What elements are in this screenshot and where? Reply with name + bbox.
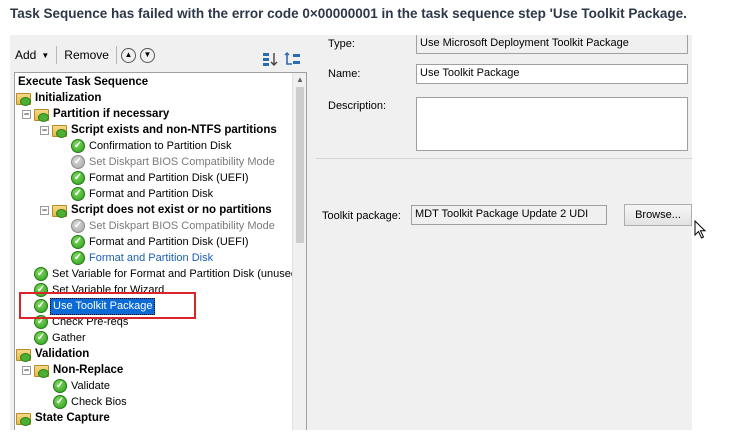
collapse-icon[interactable]: − <box>22 365 31 375</box>
type-label: Type: <box>328 38 355 50</box>
tree-item[interactable]: State Capture <box>16 410 112 426</box>
checkmark-icon: ✓ <box>71 171 85 185</box>
tree-item[interactable]: ✓ Set Diskpart BIOS Compatibility Mode <box>71 154 277 170</box>
task-sequence-editor: Add ▼ Remove ▲ ▼ Execute Task Sequence I… <box>10 35 692 430</box>
move-down-icon[interactable]: ▼ <box>139 47 155 63</box>
scrollbar-thumb[interactable] <box>296 87 304 243</box>
move-up-icon[interactable]: ▲ <box>120 47 136 63</box>
tree-scrollbar[interactable]: ▲ <box>292 73 306 430</box>
checkmark-icon: ✓ <box>71 251 85 265</box>
add-label: Add <box>15 48 37 62</box>
checkmark-icon: ✓ <box>53 395 67 409</box>
task-sequence-pane: Add ▼ Remove ▲ ▼ Execute Task Sequence I… <box>10 35 312 430</box>
toolbar-separator <box>56 46 58 64</box>
description-label: Description: <box>328 100 387 112</box>
tree-item-label: Confirmation to Partition Disk <box>89 139 232 152</box>
tree-item-label: Set Diskpart BIOS Compatibility Mode <box>89 219 275 232</box>
add-menu-button[interactable]: Add ▼ <box>10 44 54 66</box>
tree-item[interactable]: ✓ Format and Partition Disk (UEFI) <box>71 234 251 250</box>
checkmark-icon: ✓ <box>71 235 85 249</box>
tree-item-label: Partition if necessary <box>53 107 170 120</box>
tree-item-label: State Capture <box>35 411 110 424</box>
task-sequence-tree[interactable]: Execute Task Sequence Initialization − P… <box>14 72 307 430</box>
tree-item[interactable]: ✓ Format and Partition Disk (UEFI) <box>71 170 251 186</box>
browse-button[interactable]: Browse... <box>624 204 692 226</box>
tree-item[interactable]: ✓ Check Bios <box>53 394 129 410</box>
name-label: Name: <box>328 68 361 80</box>
folder-icon <box>52 124 67 138</box>
folder-icon <box>16 92 31 106</box>
tree-item-label: Check Bios <box>71 395 127 408</box>
collapse-icon[interactable]: − <box>40 205 49 215</box>
tree-item[interactable]: ✓ Confirmation to Partition Disk <box>71 138 233 154</box>
tree-item-label: Set Diskpart BIOS Compatibility Mode <box>89 155 275 168</box>
tree-item-label: Gather <box>52 331 86 344</box>
toolkit-package-label: Toolkit package: <box>322 210 401 222</box>
properties-pane: Type: Use Microsoft Deployment Toolkit P… <box>316 35 692 430</box>
properties-icon[interactable] <box>284 51 302 67</box>
description-input[interactable] <box>416 97 688 151</box>
checkmark-icon: ✓ <box>34 331 48 345</box>
sort-icon[interactable] <box>262 51 278 67</box>
folder-icon <box>34 108 49 122</box>
tree-item-label: Script exists and non-NTFS partitions <box>71 123 277 136</box>
tree-item-label: Validate <box>71 379 110 392</box>
toolbar-separator <box>115 46 117 64</box>
tree-item[interactable]: ✓ Set Diskpart BIOS Compatibility Mode <box>71 218 277 234</box>
tree-item-label: Format and Partition Disk (UEFI) <box>89 171 249 184</box>
tree-item[interactable]: Validation <box>16 346 91 362</box>
folder-icon <box>16 348 31 362</box>
collapse-icon[interactable]: − <box>22 109 31 119</box>
tree-item[interactable]: ✓ Set Variable for Format and Partition … <box>34 266 299 282</box>
name-input[interactable]: Use Toolkit Package <box>416 64 688 84</box>
folder-icon <box>16 412 31 426</box>
tree-item-label: Set Variable for Format and Partition Di… <box>52 267 297 280</box>
mouse-cursor-icon <box>694 220 707 239</box>
type-field: Use Microsoft Deployment Toolkit Package <box>416 35 688 54</box>
tree-item[interactable]: − Script exists and non-NTFS partitions <box>40 122 279 138</box>
remove-button[interactable]: Remove <box>59 44 114 66</box>
tree-item-label: Script does not exist or no partitions <box>71 203 272 216</box>
tree-item[interactable]: ✓ Validate <box>53 378 112 394</box>
section-divider <box>316 158 692 159</box>
tree-item[interactable]: ✓ Format and Partition Disk <box>71 250 215 266</box>
tree-item-label: Format and Partition Disk (UEFI) <box>89 235 249 248</box>
tree-item[interactable]: Initialization <box>16 90 103 106</box>
toolkit-package-field: MDT Toolkit Package Update 2 UDI <box>411 205 607 225</box>
tree-item-label: Format and Partition Disk <box>89 187 214 200</box>
tree-item[interactable]: − Partition if necessary <box>22 106 171 122</box>
tree-item[interactable]: ✓ Format and Partition Disk <box>71 186 215 202</box>
collapse-icon[interactable]: − <box>40 125 49 135</box>
tree-item-label: Non-Replace <box>53 363 124 376</box>
tree-item[interactable]: − Script does not exist or no partitions <box>40 202 274 218</box>
folder-icon <box>52 204 67 218</box>
folder-icon <box>34 364 49 378</box>
remove-label: Remove <box>64 48 109 62</box>
checkmark-icon: ✓ <box>71 139 85 153</box>
tree-root-label: Execute Task Sequence <box>18 75 149 88</box>
disabled-checkmark-icon: ✓ <box>71 219 85 233</box>
tree-root[interactable]: Execute Task Sequence <box>16 74 150 90</box>
checkmark-icon: ✓ <box>71 187 85 201</box>
checkmark-icon: ✓ <box>53 379 67 393</box>
disabled-checkmark-icon: ✓ <box>71 155 85 169</box>
error-headline: Task Sequence has failed with the error … <box>10 6 687 21</box>
tree-item-label: Initialization <box>35 91 102 104</box>
dropdown-arrow-icon: ▼ <box>41 50 50 60</box>
checkmark-icon: ✓ <box>34 267 48 281</box>
scroll-up-icon[interactable]: ▲ <box>296 75 304 84</box>
highlight-box <box>19 292 196 319</box>
tree-item-label: Format and Partition Disk <box>89 251 214 264</box>
tree-item-label: Validation <box>35 347 90 360</box>
tree-toolbar: Add ▼ Remove ▲ ▼ <box>10 41 312 69</box>
tree-item[interactable]: − Non-Replace <box>22 362 125 378</box>
tree-item[interactable]: ✓ Gather <box>34 330 88 346</box>
